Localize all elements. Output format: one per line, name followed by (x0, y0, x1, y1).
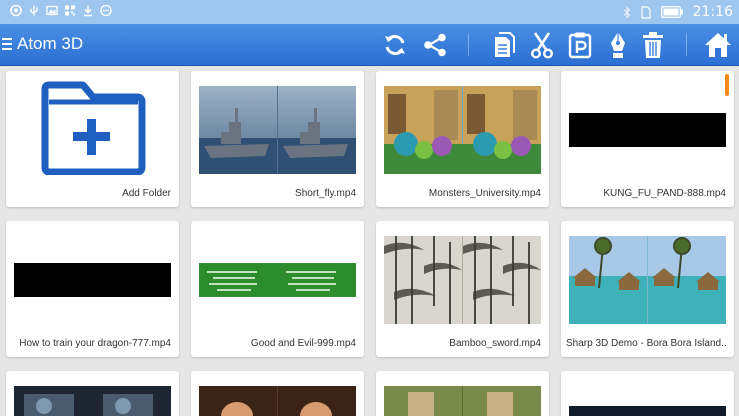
home-button[interactable] (701, 29, 735, 61)
delete-button[interactable] (639, 29, 667, 61)
copy-icon (495, 32, 515, 57)
cut-icon (531, 32, 553, 59)
paste-icon (568, 32, 592, 59)
refresh-button[interactable] (380, 29, 410, 61)
video-thumbnail (569, 236, 726, 324)
app-title[interactable]: Atom 3D (17, 34, 83, 54)
video-thumbnail (384, 236, 541, 324)
usb-icon (30, 5, 38, 16)
sim-icon (641, 5, 651, 19)
add-folder-card[interactable]: Add Folder (6, 71, 179, 207)
app-bar: Atom 3D (0, 24, 739, 66)
video-card[interactable] (191, 371, 364, 416)
video-name: How to train your dragon-777.mp4 (19, 338, 171, 349)
rename-icon (611, 32, 625, 58)
video-name: KUNG_FU_PAND-888.mp4 (603, 188, 726, 199)
video-name: Good and Evil-999.mp4 (250, 338, 356, 349)
video-name: Sharp 3D Demo - Bora Bora Island... (566, 338, 726, 349)
add-folder-icon (41, 81, 146, 175)
add-folder-label: Add Folder (122, 188, 171, 199)
download-icon (84, 5, 92, 17)
share-icon (424, 33, 446, 57)
video-name: Monsters_University.mp4 (428, 188, 541, 199)
video-thumbnail (569, 113, 726, 147)
video-card[interactable]: How to train your dragon-777.mp4 (6, 221, 179, 357)
video-thumbnail (14, 263, 171, 297)
rename-button[interactable] (604, 29, 632, 61)
cut-button[interactable] (527, 29, 557, 61)
video-card[interactable] (6, 371, 179, 416)
image-icon (46, 5, 58, 16)
battery-icon (660, 6, 683, 18)
scrollbar[interactable] (725, 74, 729, 96)
copy-button[interactable] (489, 29, 519, 61)
video-card[interactable]: Good and Evil-999.mp4 (191, 221, 364, 357)
video-name: Bamboo_sword.mp4 (449, 338, 541, 349)
video-card[interactable]: KUNG_FU_PAND-888.mp4 (561, 71, 734, 207)
bluetooth-icon (623, 5, 630, 19)
video-thumbnail (199, 386, 356, 416)
dots-icon (100, 4, 112, 17)
video-card[interactable] (376, 371, 549, 416)
video-thumbnail (384, 386, 541, 416)
video-card[interactable]: Sharp 3D Demo - Bora Bora Island... (561, 221, 734, 357)
video-thumbnail (384, 86, 541, 174)
qr-icon (65, 5, 75, 16)
share-button[interactable] (420, 29, 450, 61)
clock: 21:16 (692, 4, 733, 20)
video-card[interactable] (561, 371, 734, 416)
video-thumbnail (199, 263, 356, 297)
notification-icons (10, 4, 112, 17)
toolbar-divider (686, 34, 687, 56)
refresh-icon (385, 34, 405, 56)
menu-icon[interactable] (2, 38, 12, 51)
toolbar-divider (468, 34, 469, 56)
system-icons: 21:16 (623, 0, 733, 24)
status-bar: 21:16 (0, 0, 739, 24)
chrome-icon (10, 4, 22, 17)
video-card[interactable]: Bamboo_sword.mp4 (376, 221, 549, 357)
video-thumbnail (14, 386, 171, 416)
video-name: Short_fly.mp4 (295, 188, 356, 199)
video-card[interactable]: Short_fly.mp4 (191, 71, 364, 207)
video-thumbnail (199, 86, 356, 174)
video-card[interactable]: Monsters_University.mp4 (376, 71, 549, 207)
video-thumbnail (569, 406, 726, 416)
paste-button[interactable] (565, 29, 595, 61)
video-grid: Add Folder Short_fly.mp4 Monsters_Univer… (0, 66, 739, 416)
home-icon (705, 33, 731, 57)
delete-icon (643, 32, 663, 58)
